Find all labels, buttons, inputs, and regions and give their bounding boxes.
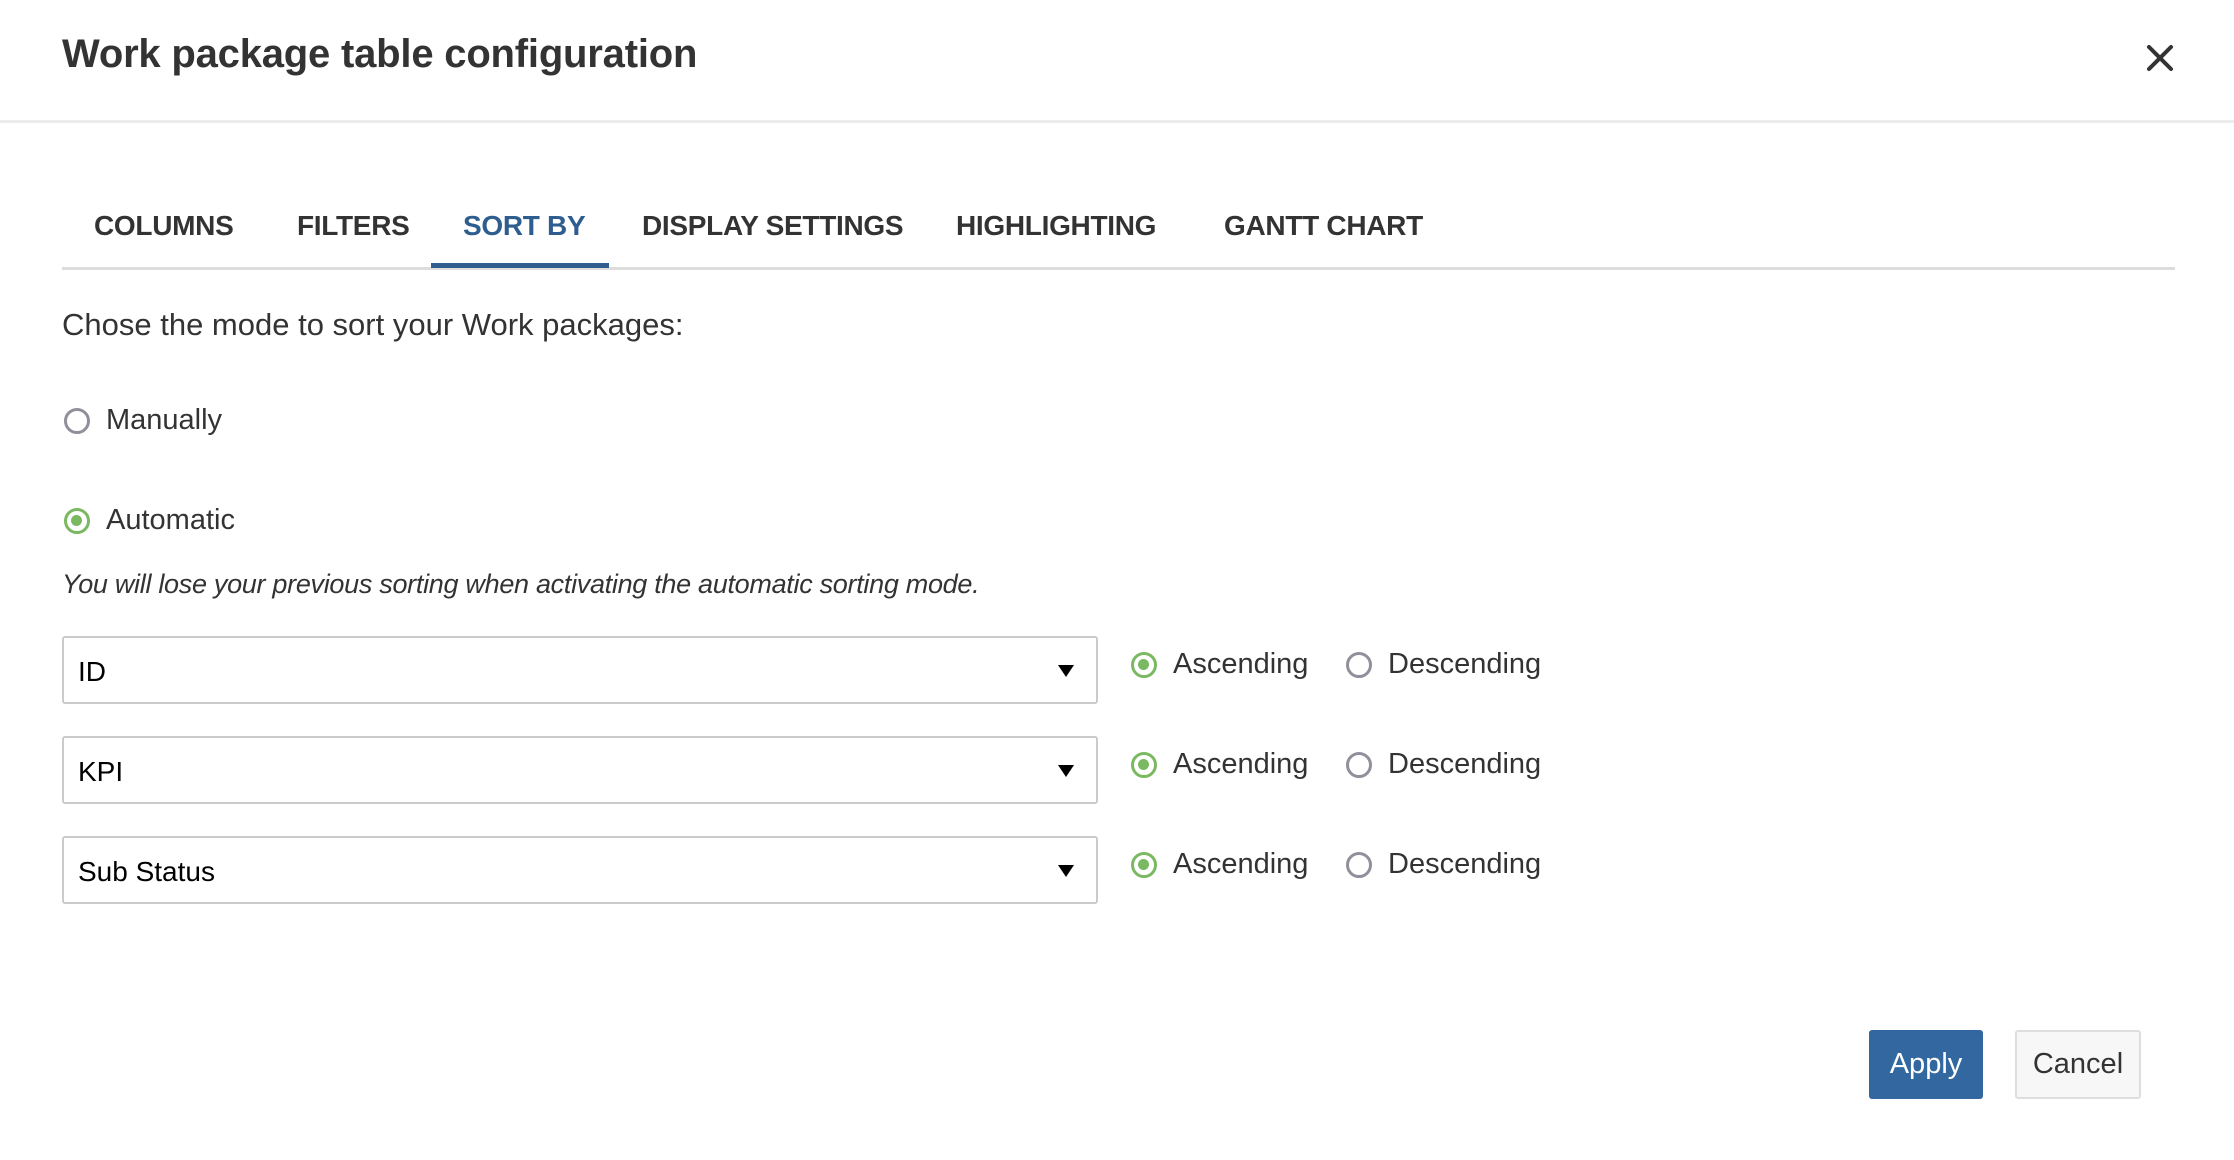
sort-field-select-3[interactable]: Sub Status (62, 836, 1098, 904)
select-value: KPI (78, 756, 124, 787)
mode-automatic-option[interactable]: Automatic (64, 504, 235, 537)
radio-descending[interactable] (1346, 851, 1372, 878)
radio-label: Ascending (1173, 648, 1309, 680)
radio-ascending[interactable] (1131, 651, 1157, 678)
radio-automatic[interactable] (64, 507, 90, 534)
select-value: Sub Status (78, 856, 215, 887)
dialog-header: Work package table configuration (0, 0, 2234, 123)
radio-label: Ascending (1173, 748, 1309, 780)
tab-sort-by[interactable]: SORT BY (463, 210, 586, 242)
descending-option-2[interactable]: Descending (1346, 748, 1541, 781)
dialog-title: Work package table configuration (62, 32, 698, 76)
radio-label: Descending (1388, 748, 1542, 780)
descending-option-1[interactable]: Descending (1346, 648, 1541, 681)
radio-label: Automatic (106, 504, 235, 536)
chevron-down-icon (1058, 665, 1074, 677)
sort-mode-prompt: Chose the mode to sort your Work package… (62, 307, 684, 342)
radio-manually[interactable] (64, 407, 90, 434)
tab-highlighting[interactable]: HIGHLIGHTING (956, 210, 1156, 242)
radio-descending[interactable] (1346, 651, 1372, 678)
close-icon (2147, 45, 2173, 71)
chevron-down-icon (1058, 765, 1074, 777)
sort-field-select-1[interactable]: ID (62, 636, 1098, 704)
close-button[interactable] (2140, 38, 2180, 78)
ascending-option-1[interactable]: Ascending (1131, 648, 1308, 681)
ascending-option-2[interactable]: Ascending (1131, 748, 1308, 781)
tab-filters[interactable]: FILTERS (297, 210, 410, 242)
ascending-option-3[interactable]: Ascending (1131, 848, 1308, 881)
tab-bar: COLUMNS FILTERS SORT BY DISPLAY SETTINGS… (62, 190, 2175, 270)
radio-label: Manually (106, 404, 223, 436)
automatic-sort-warning: You will lose your previous sorting when… (62, 569, 980, 599)
descending-option-3[interactable]: Descending (1346, 848, 1541, 881)
sort-field-select-2[interactable]: KPI (62, 736, 1098, 804)
radio-ascending[interactable] (1131, 751, 1157, 778)
tab-display-settings[interactable]: DISPLAY SETTINGS (642, 210, 904, 242)
apply-button[interactable]: Apply (1869, 1030, 1983, 1099)
radio-label: Descending (1388, 848, 1542, 880)
radio-label: Descending (1388, 648, 1542, 680)
tab-columns[interactable]: COLUMNS (94, 210, 234, 242)
mode-manually-option[interactable]: Manually (64, 404, 222, 437)
radio-descending[interactable] (1346, 751, 1372, 778)
tab-gantt-chart[interactable]: GANTT CHART (1224, 210, 1423, 242)
chevron-down-icon (1058, 865, 1074, 877)
cancel-button[interactable]: Cancel (2015, 1030, 2141, 1099)
active-tab-indicator (431, 263, 609, 268)
radio-label: Ascending (1173, 848, 1309, 880)
select-value: ID (78, 656, 106, 687)
radio-ascending[interactable] (1131, 851, 1157, 878)
